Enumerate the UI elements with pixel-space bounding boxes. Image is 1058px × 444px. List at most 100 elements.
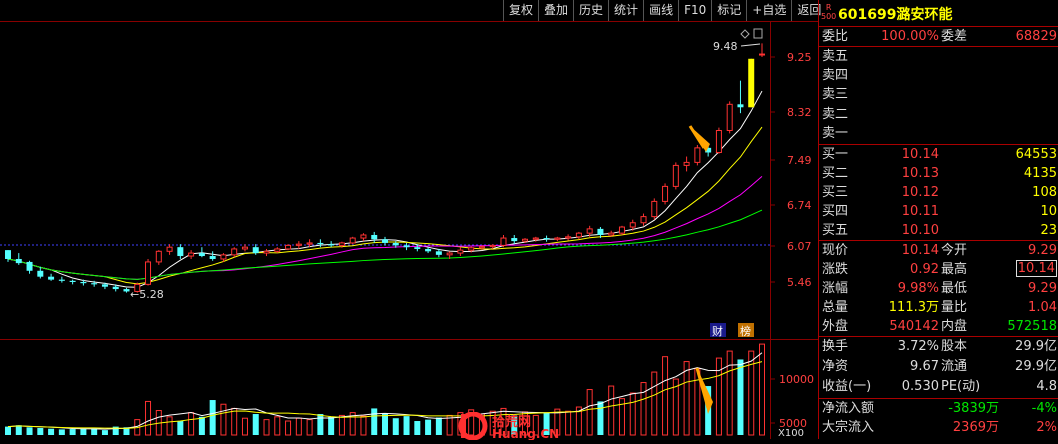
stat-label: 流通 <box>941 359 968 374</box>
candle-body <box>478 246 485 249</box>
bang-badge-text: 榜 <box>740 324 751 338</box>
flow-percent: 2% <box>1036 420 1057 435</box>
quote-label: 现价 <box>822 243 849 258</box>
stat-value: 3.72% <box>897 339 939 354</box>
price-axis: 9.258.327.496.746.075.46100005000X100 <box>770 51 814 439</box>
quote-value: 0.92 <box>910 262 939 277</box>
stock-title: R 500 601699潞安环能 <box>819 0 1058 26</box>
buy-row: 买四 10.11 10 <box>819 202 1058 221</box>
sell-label: 卖三 <box>822 87 849 103</box>
high-price-pointer <box>740 43 761 47</box>
candle-body <box>597 228 604 235</box>
flow-value: -3839万 <box>948 401 999 416</box>
volume-bar <box>188 412 195 436</box>
quote-panel: R 500 601699潞安环能 委比 100.00% 委差 68829 卖五 卖四… <box>818 0 1058 439</box>
candle-body <box>748 58 755 108</box>
stat-label: 收益(一) <box>822 379 872 394</box>
quote-label: 最高 <box>941 262 968 277</box>
sell-row: 卖三 <box>819 85 1058 104</box>
sell-label: 卖四 <box>822 68 849 84</box>
volume-bar <box>295 417 302 436</box>
candle-body <box>123 289 130 292</box>
volume-bar <box>166 416 173 436</box>
candle-body <box>80 282 87 284</box>
price-tick-label: 5.46 <box>787 276 812 289</box>
weibi-label: 委比 <box>822 29 849 44</box>
volume-bar <box>683 361 690 436</box>
quote-value: 10.14 <box>1015 260 1057 277</box>
flow-row: 净流入额 -3839万 -4% <box>819 399 1058 418</box>
toolbar-button-2[interactable]: 历史 <box>573 0 608 21</box>
sell-row: 卖二 <box>819 105 1058 124</box>
candle-body <box>672 164 679 187</box>
candle-body <box>166 246 173 252</box>
toolbar-button-5[interactable]: F10 <box>678 0 711 21</box>
candle-body <box>468 247 475 251</box>
quote-label: 量比 <box>941 300 968 315</box>
stat-value: 0.530 <box>901 379 939 394</box>
quote-label: 涨幅 <box>822 281 849 296</box>
toolbar-button-6[interactable]: 标记 <box>711 0 746 21</box>
watermark: 拾荒网 Huang.CN <box>458 411 598 444</box>
volume-bar <box>80 428 87 435</box>
buy-price: 10.11 <box>901 204 939 219</box>
toolbar-button-7[interactable]: +自选 <box>746 0 791 21</box>
volume-bar <box>662 356 669 436</box>
price-tick-label: 6.07 <box>787 240 812 253</box>
candle-body <box>640 216 647 224</box>
buy-volume: 4135 <box>1023 166 1057 181</box>
volume-bar <box>220 403 227 436</box>
volume-bar <box>26 427 33 435</box>
ma10-line <box>7 126 763 285</box>
candle-body <box>295 243 302 246</box>
candle-body <box>58 279 65 281</box>
buy-row: 买二 10.13 4135 <box>819 164 1058 183</box>
toolbar-button-4[interactable]: 画线 <box>643 0 678 21</box>
candle-body <box>69 280 76 282</box>
candle-body <box>198 253 205 257</box>
candle-body <box>209 256 216 259</box>
volume-bar <box>5 426 11 435</box>
market-tag-top: R <box>825 3 832 12</box>
candle-body <box>263 250 270 254</box>
cai-badge-text: 财 <box>712 324 723 338</box>
stat-label: 净资 <box>822 359 849 374</box>
toolbar-button-3[interactable]: 统计 <box>608 0 643 21</box>
buy-label: 买三 <box>822 185 849 200</box>
sell-row: 卖四 <box>819 66 1058 85</box>
candle-body <box>715 130 722 153</box>
candle-body <box>662 185 669 202</box>
candle-body <box>457 249 464 254</box>
kline-chart[interactable]: 9.258.327.496.746.075.46100005000X100 9.… <box>0 0 818 439</box>
volume-bar <box>37 428 44 435</box>
toolbar-button-1[interactable]: 叠加 <box>538 0 573 21</box>
stock-code: 601699 <box>838 7 897 23</box>
volume-bar <box>608 385 615 436</box>
volume-bar <box>177 421 184 435</box>
candle-body <box>511 238 518 242</box>
high-price-label: 9.48 <box>713 40 738 53</box>
candle-body <box>392 242 399 246</box>
candle-body <box>522 238 529 242</box>
candle-body <box>726 103 733 132</box>
sell-label: 卖五 <box>822 49 849 64</box>
volume-bar <box>209 400 216 435</box>
candle-body <box>683 161 690 166</box>
volume-bar <box>435 417 442 435</box>
candle-body <box>586 228 593 234</box>
moving-averages <box>7 90 763 288</box>
sell-row: 卖一 <box>819 124 1058 143</box>
stock-code-name[interactable]: 601699潞安环能 <box>838 4 952 24</box>
quote-label: 最低 <box>941 281 968 296</box>
ma20-line <box>7 175 763 280</box>
toolbar-button-0[interactable]: 复权 <box>503 0 538 21</box>
flow-label: 大宗流入 <box>822 420 875 435</box>
buy-row: 买一 10.14 64553 <box>819 145 1058 164</box>
candle-body <box>112 286 119 290</box>
volume-bar <box>759 343 765 436</box>
buy-volume: 64553 <box>1015 147 1057 162</box>
volume-bar <box>597 401 604 435</box>
candle-body <box>759 53 765 56</box>
candle-body <box>37 270 44 277</box>
candle-body <box>274 248 281 252</box>
